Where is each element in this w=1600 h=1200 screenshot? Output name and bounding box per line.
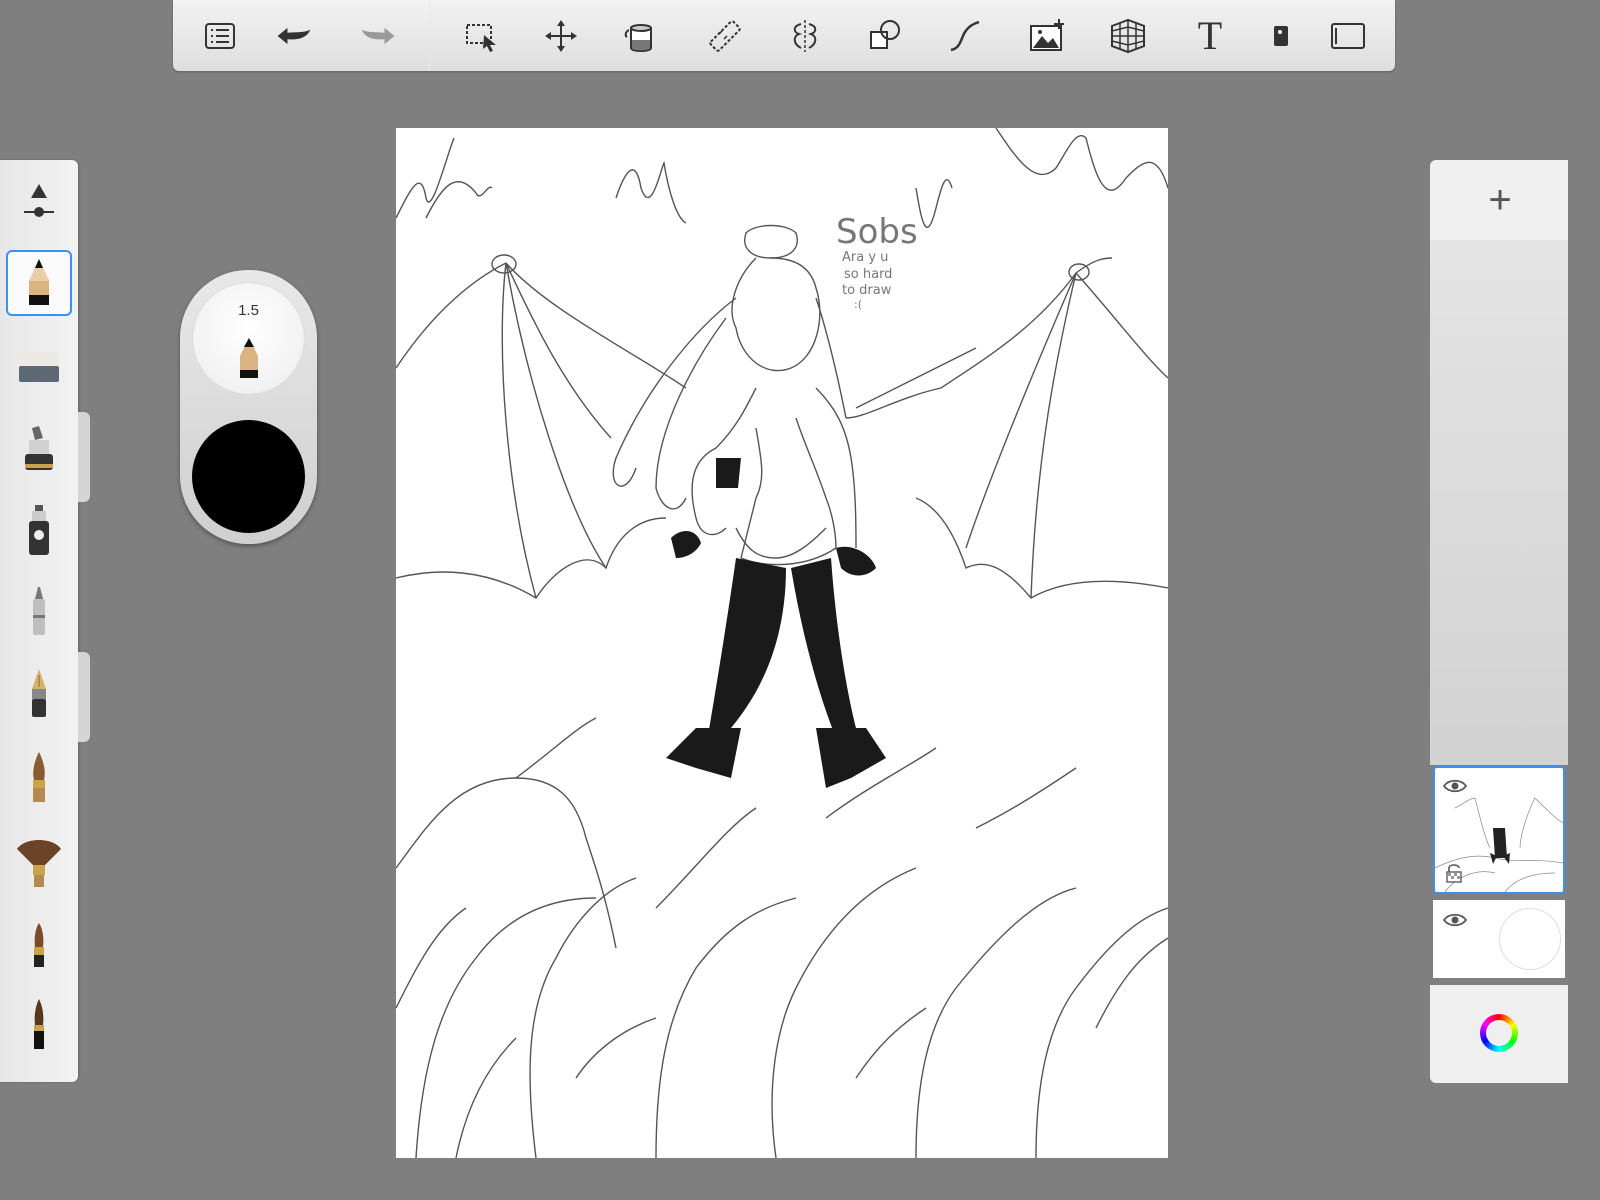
text-tool-label: T <box>1197 13 1223 58</box>
brush-fountain-pen[interactable] <box>6 662 72 728</box>
layers-panel <box>1430 240 1568 765</box>
symmetry-icon[interactable] <box>785 16 825 56</box>
canvas-note-line: so hard <box>844 267 892 282</box>
list-icon[interactable] <box>200 16 240 56</box>
lock-icon[interactable] <box>1445 862 1463 889</box>
brush-size-value: 1.5 <box>238 302 259 319</box>
add-image-icon[interactable] <box>1027 16 1067 56</box>
brush-size-control[interactable]: 1.5 <box>192 282 305 395</box>
canvas-note-line: :( <box>854 298 862 311</box>
add-layer-button[interactable]: + <box>1480 180 1520 220</box>
predictive-stroke-icon[interactable] <box>1261 16 1301 56</box>
eye-icon[interactable] <box>1442 778 1468 799</box>
brush-scroll-tab[interactable] <box>78 652 90 742</box>
shapes-icon[interactable] <box>865 16 905 56</box>
plus-icon: + <box>1488 178 1512 222</box>
brush-puck[interactable]: 1.5 <box>180 270 317 544</box>
canvas-note-title: Sobs <box>836 212 918 252</box>
canvas-note-line: to draw <box>842 283 892 298</box>
curve-icon[interactable] <box>945 16 985 56</box>
redo-icon[interactable] <box>356 16 400 56</box>
brush-eraser[interactable] <box>6 335 72 401</box>
perspective-grid-icon[interactable] <box>1108 16 1148 56</box>
brush-fan[interactable] <box>6 828 72 894</box>
color-wheel-icon[interactable] <box>1480 1014 1518 1052</box>
brush-scroll-tab[interactable] <box>78 412 90 502</box>
layer-drawing[interactable] <box>1433 766 1565 894</box>
brush-marker[interactable] <box>6 417 72 483</box>
ruler-icon[interactable] <box>705 16 745 56</box>
brush-ballpoint[interactable] <box>6 580 72 646</box>
background-color-circle[interactable] <box>1499 908 1561 970</box>
brush-paint-brush[interactable] <box>6 745 72 811</box>
brush-round[interactable] <box>6 910 72 976</box>
canvas-view-icon[interactable] <box>1328 16 1368 56</box>
fill-bucket-icon[interactable] <box>621 16 661 56</box>
brush-pencil[interactable] <box>6 250 72 316</box>
drawing-canvas[interactable]: Sobs Ara y u so hard to draw :( <box>396 128 1168 1158</box>
undo-icon[interactable] <box>272 16 316 56</box>
brush-airbrush[interactable] <box>6 498 72 564</box>
selection-icon[interactable] <box>461 16 501 56</box>
brush-color-swatch[interactable] <box>192 420 305 533</box>
eye-icon[interactable] <box>1442 912 1468 933</box>
canvas-note-line: Ara y u <box>842 250 888 265</box>
brush-palette <box>0 160 78 1082</box>
pencil-icon <box>240 338 258 378</box>
top-toolbar: T <box>173 0 1395 71</box>
text-icon[interactable]: T <box>1190 16 1230 56</box>
brush-settings-icon[interactable] <box>22 182 56 225</box>
sketch-drawing: Sobs Ara y u so hard to draw :( <box>396 128 1168 1158</box>
layer-background[interactable] <box>1433 900 1565 978</box>
brush-ink-pen[interactable] <box>6 990 72 1056</box>
transform-icon[interactable] <box>541 16 581 56</box>
